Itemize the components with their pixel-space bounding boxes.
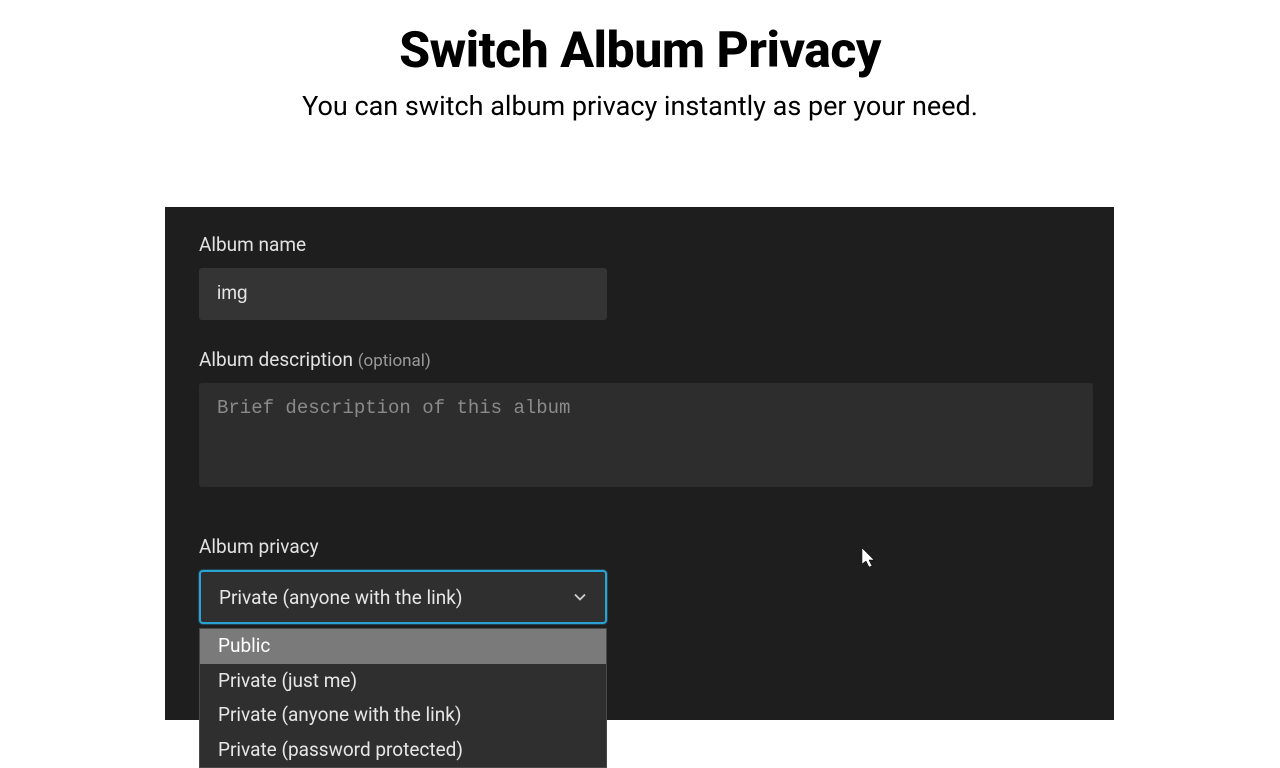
privacy-option-public[interactable]: Public — [200, 629, 606, 664]
chevron-down-icon — [573, 590, 587, 604]
album-privacy-label: Album privacy — [199, 535, 1080, 558]
album-privacy-group: Album privacy Private (anyone with the l… — [199, 535, 1080, 624]
album-name-input[interactable] — [199, 268, 607, 320]
album-name-label: Album name — [199, 233, 1080, 256]
privacy-option-private-just-me[interactable]: Private (just me) — [200, 664, 606, 699]
album-description-group: Album description (optional) — [199, 348, 1080, 491]
album-description-label-text: Album description — [199, 348, 353, 371]
album-description-optional: (optional) — [358, 351, 431, 371]
album-description-input[interactable] — [199, 383, 1093, 487]
page-header: Switch Album Privacy You can switch albu… — [0, 0, 1280, 122]
album-privacy-select-wrapper: Private (anyone with the link) Public Pr… — [199, 570, 607, 624]
album-privacy-select[interactable]: Private (anyone with the link) — [199, 570, 607, 624]
page-title: Switch Album Privacy — [0, 22, 1280, 80]
privacy-option-private-password[interactable]: Private (password protected) — [200, 733, 606, 768]
privacy-option-private-link[interactable]: Private (anyone with the link) — [200, 698, 606, 733]
album-privacy-dropdown: Public Private (just me) Private (anyone… — [199, 628, 607, 768]
album-settings-panel: Album name Album description (optional) … — [165, 207, 1114, 720]
album-name-group: Album name — [199, 233, 1080, 320]
page-subtitle: You can switch album privacy instantly a… — [0, 90, 1280, 122]
album-description-label: Album description (optional) — [199, 348, 1080, 371]
album-privacy-selected-value: Private (anyone with the link) — [219, 586, 462, 609]
